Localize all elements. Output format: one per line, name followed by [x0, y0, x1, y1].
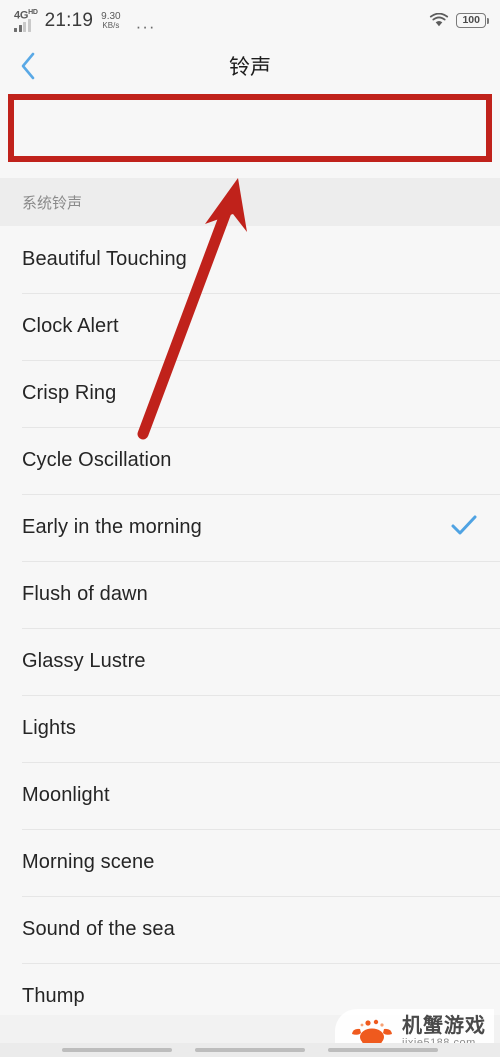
ringtone-name-label: Glassy Lustre [22, 650, 146, 672]
network-type-label: 4GHD [14, 9, 38, 22]
row-separator [22, 293, 500, 294]
section-header-label: 系统铃声 [22, 193, 83, 212]
ringtone-row[interactable]: Lights [0, 695, 500, 762]
battery-indicator: 100 [456, 12, 489, 28]
chevron-left-icon [21, 52, 35, 80]
ringtone-list: Beautiful Touching Clock Alert Crisp Ring C… [0, 226, 500, 1030]
page-title: 铃声 [229, 55, 271, 79]
ringtone-name-label: Early in the morning [22, 516, 202, 538]
ringtone-name-label: Lights [22, 717, 76, 739]
ringtone-name-label: Flush of dawn [22, 583, 148, 605]
network-speed-value: 9.30 [101, 10, 121, 22]
ringtone-row[interactable]: Early in the morning [0, 494, 500, 561]
row-separator [22, 494, 500, 495]
ringtone-row[interactable]: Beautiful Touching [0, 226, 500, 293]
network-speed-unit: KB/s [102, 20, 120, 30]
status-overflow-icon: ··· [135, 16, 156, 36]
network-speed-indicator: 9.30 KB/s [101, 10, 121, 30]
back-button[interactable] [0, 40, 56, 92]
row-separator [22, 963, 500, 964]
wifi-icon [430, 12, 449, 26]
ringtone-row[interactable]: Morning scene [0, 829, 500, 896]
ringtone-row[interactable]: Cycle Oscillation [0, 427, 500, 494]
status-bar: 4GHD 21:19 9.30 KB/s ··· 100 [0, 0, 500, 40]
row-separator [22, 896, 500, 897]
row-separator [22, 360, 500, 361]
phone-screen: 4GHD 21:19 9.30 KB/s ··· 100 铃声 系统铃声 Bea… [0, 0, 500, 1057]
status-bar-right: 100 [429, 12, 489, 28]
status-bar-left: 4GHD 21:19 9.30 KB/s ··· [14, 8, 156, 36]
ringtone-name-label: Beautiful Touching [22, 248, 187, 270]
watermark-name: 机蟹游戏 [402, 1013, 486, 1037]
cellular-signal-icon: 4GHD [14, 8, 38, 32]
ringtone-name-label: Clock Alert [22, 315, 119, 337]
app-header: 铃声 [0, 40, 500, 92]
check-icon [450, 513, 478, 542]
ringtone-row[interactable]: Crisp Ring [0, 360, 500, 427]
row-separator [22, 561, 500, 562]
ringtone-name-label: Morning scene [22, 851, 155, 873]
nav-bar-segment-back[interactable] [61, 1048, 172, 1052]
nav-bar-segment-recents[interactable] [328, 1048, 439, 1052]
status-clock: 21:19 [44, 9, 94, 31]
ringtone-name-label: Cycle Oscillation [22, 449, 172, 471]
ringtone-name-label: Crisp Ring [22, 382, 117, 404]
signal-bars-icon [14, 18, 31, 32]
ringtone-name-label: Thump [22, 985, 85, 1007]
system-navigation-bar [0, 1043, 500, 1057]
battery-level-label: 100 [462, 13, 480, 26]
row-separator [22, 427, 500, 428]
ringtone-row[interactable]: Sound of the sea [0, 896, 500, 963]
nav-bar-segment-home[interactable] [194, 1048, 305, 1052]
row-separator [22, 829, 500, 830]
ringtone-row[interactable]: Clock Alert [0, 293, 500, 360]
ringtone-row[interactable]: Flush of dawn [0, 561, 500, 628]
highlight-annotation-box [8, 94, 492, 162]
row-separator [22, 628, 500, 629]
section-header-system-ringtones: 系统铃声 [0, 178, 500, 226]
row-separator [22, 762, 500, 763]
row-separator [22, 695, 500, 696]
ringtone-row[interactable]: Moonlight [0, 762, 500, 829]
ringtone-row[interactable]: Glassy Lustre [0, 628, 500, 695]
ringtone-name-label: Moonlight [22, 784, 110, 806]
ringtone-name-label: Sound of the sea [22, 918, 175, 940]
